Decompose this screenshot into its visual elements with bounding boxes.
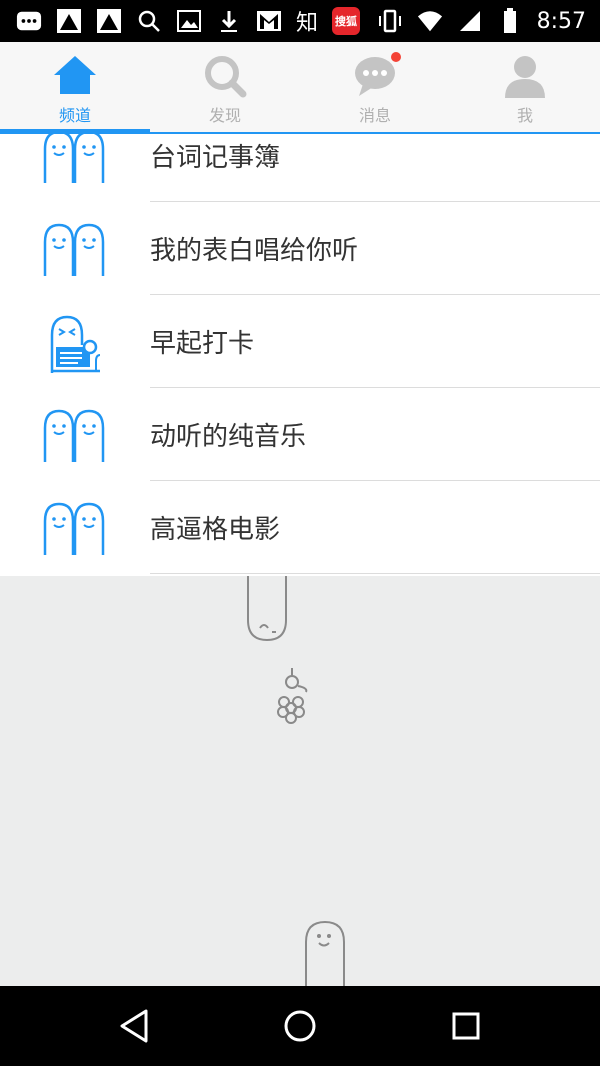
ghost-pair-icon bbox=[42, 501, 108, 557]
app-notification-icon bbox=[56, 8, 82, 34]
app-notification-icon bbox=[96, 8, 122, 34]
tab-channels[interactable]: 频道 bbox=[0, 42, 150, 134]
unread-dot bbox=[391, 52, 401, 62]
system-nav-bar bbox=[0, 986, 600, 1066]
list-item[interactable]: 动听的纯音乐 bbox=[0, 388, 600, 481]
zhihu-icon: 知 bbox=[296, 11, 319, 36]
ghost-pair-icon bbox=[42, 222, 108, 278]
clock: 8:57 bbox=[536, 8, 586, 34]
download-icon bbox=[216, 8, 242, 34]
tab-bar: 频道 发现 消息 我 bbox=[0, 42, 600, 134]
back-triangle-icon bbox=[120, 1009, 148, 1043]
channel-name: 高逼格电影 bbox=[150, 515, 281, 545]
tab-discover[interactable]: 发现 bbox=[150, 42, 300, 132]
ghost-pair-icon bbox=[42, 134, 108, 185]
sohu-app-icon: 搜狐 bbox=[332, 7, 361, 35]
search-notification-icon bbox=[136, 8, 162, 34]
divider bbox=[150, 573, 600, 574]
vibrate-icon bbox=[377, 8, 403, 34]
battery-icon bbox=[497, 8, 523, 34]
list-item[interactable]: 我的表白唱给你听 bbox=[0, 202, 600, 295]
channel-name: 动听的纯音乐 bbox=[150, 422, 307, 452]
home-button[interactable] bbox=[280, 1006, 320, 1046]
channel-list: 台词记事簿 我的表白唱给你听 早起打卡 动听的纯音乐 高逼格电影 bbox=[0, 134, 600, 576]
gmail-icon bbox=[256, 8, 282, 34]
recents-square-icon bbox=[452, 1012, 480, 1040]
home-circle-icon bbox=[284, 1010, 316, 1042]
image-notification-icon bbox=[176, 8, 202, 34]
channel-name: 台词记事簿 bbox=[150, 143, 281, 173]
tab-label: 发现 bbox=[208, 106, 241, 125]
status-bar: 知 搜狐 8:57 bbox=[0, 0, 600, 42]
ghost-laptop-icon bbox=[42, 315, 108, 373]
channel-name: 早起打卡 bbox=[150, 329, 255, 359]
search-icon bbox=[203, 54, 247, 98]
tab-me[interactable]: 我 bbox=[450, 42, 600, 132]
person-icon bbox=[503, 54, 547, 98]
chat-icon bbox=[353, 52, 401, 98]
back-button[interactable] bbox=[114, 1006, 154, 1046]
home-icon bbox=[53, 54, 97, 98]
tab-label: 我 bbox=[516, 106, 533, 125]
list-item[interactable]: 高逼格电影 bbox=[0, 481, 600, 574]
peeking-ghost-illustration bbox=[300, 918, 352, 988]
ghost-pair-icon bbox=[42, 408, 108, 464]
channel-name: 我的表白唱给你听 bbox=[150, 236, 359, 266]
recents-button[interactable] bbox=[446, 1006, 486, 1046]
tab-label: 消息 bbox=[358, 106, 391, 125]
list-item[interactable]: 台词记事簿 bbox=[0, 134, 600, 202]
tab-messages[interactable]: 消息 bbox=[300, 42, 450, 132]
wifi-icon bbox=[417, 8, 443, 34]
hanging-ghost-illustration bbox=[240, 576, 294, 646]
tab-label: 频道 bbox=[58, 106, 91, 125]
flower-illustration bbox=[270, 664, 314, 724]
list-item[interactable]: 早起打卡 bbox=[0, 295, 600, 388]
cell-signal-icon bbox=[457, 8, 483, 34]
message-notification-icon bbox=[16, 8, 42, 34]
